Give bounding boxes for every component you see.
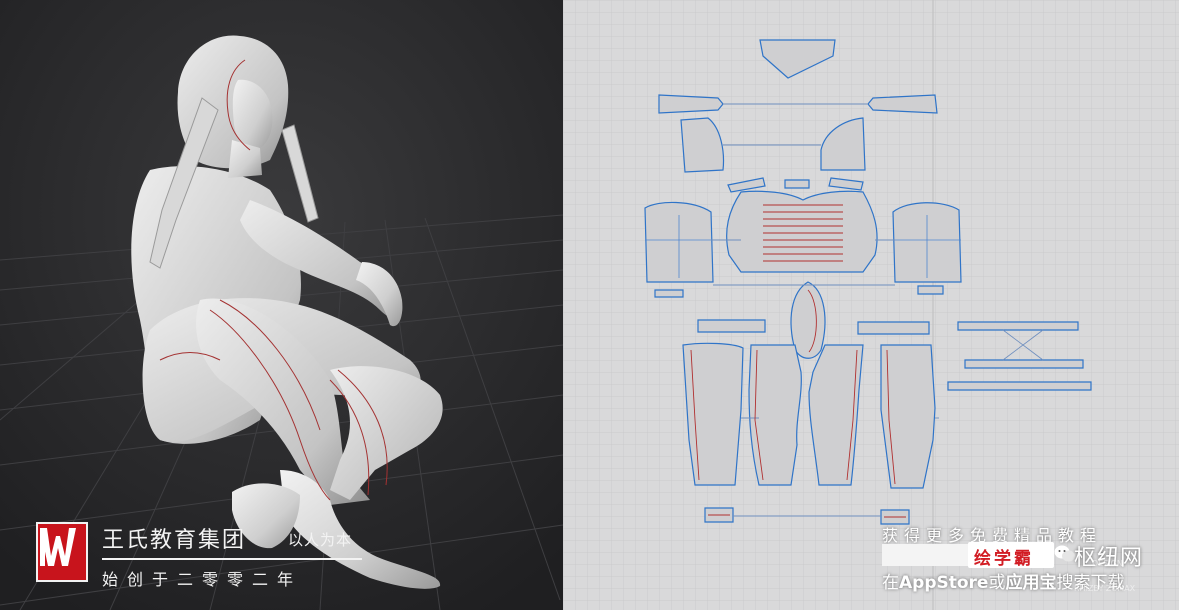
2d-pattern-window[interactable] (563, 0, 1179, 610)
pattern-canvas (563, 0, 1179, 610)
promo-store: AppStore (899, 573, 989, 593)
w-logo-icon (40, 528, 76, 566)
watermark-bottom: RHIZBY ZUMAX (1074, 584, 1136, 593)
wechat-icon (1054, 545, 1075, 562)
company-logo (36, 522, 88, 582)
promo-prefix: 在 (882, 573, 899, 593)
app-badge-label: 绘学霸 (974, 549, 1034, 569)
promo-or: 或 (988, 573, 1006, 593)
brand-subtitle: 始创于二零零二年 (102, 570, 303, 589)
brand-divider (102, 558, 362, 560)
brand-slogan: 以人为本 (288, 531, 353, 549)
brand-name: 王氏教育集团 (102, 528, 247, 553)
3d-scene (0, 0, 563, 610)
3d-viewport[interactable]: 王氏教育集团 以人为本 始创于二零零二年 (0, 0, 563, 610)
promo-app: 应用宝 (1005, 573, 1057, 593)
watermark-top: DESIGN (1092, 559, 1123, 568)
